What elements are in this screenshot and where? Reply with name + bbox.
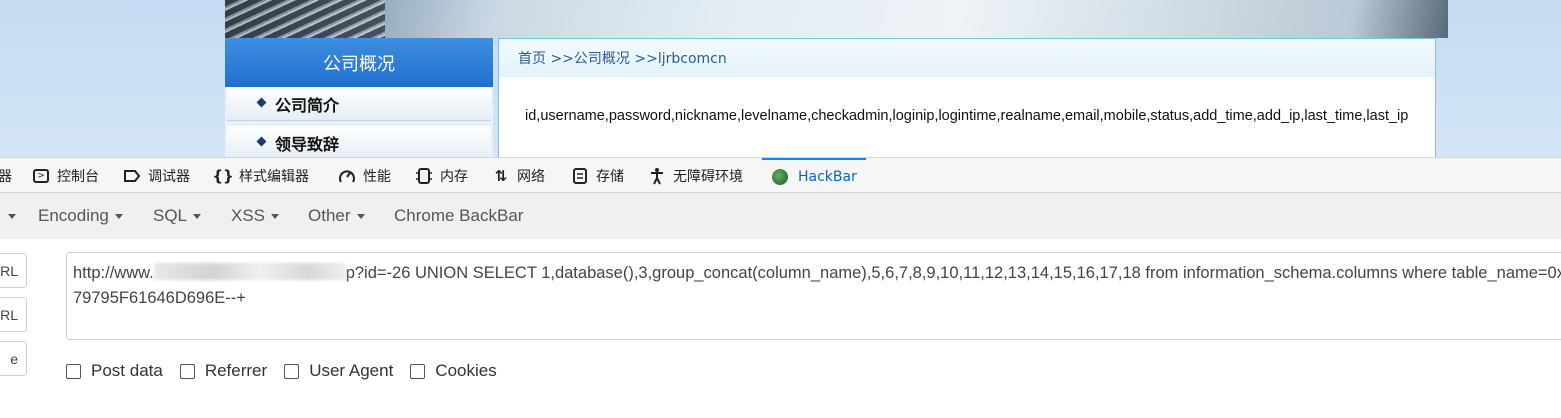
post-data-checkbox[interactable]: Post data [66,361,163,381]
caret-down-icon [356,213,365,219]
user-agent-checkbox[interactable]: User Agent [284,361,393,381]
tab-label: 调试器 [148,168,190,185]
cookies-checkbox[interactable]: Cookies [410,361,497,381]
hackbar-panel: RL RL e http://www. p?id=-26 UNION SELECT… [0,239,1561,418]
load-url-button[interactable]: RL [0,253,27,288]
checkbox-box[interactable] [410,363,426,379]
tab-label: 性能 [363,168,391,185]
menu-label: Other [308,206,351,225]
checkbox-label: Post data [91,361,163,380]
sidebar-item-leader-speech[interactable]: 领导致辞 [227,126,491,160]
braces-icon: {} [212,166,234,185]
caret-down-icon [271,213,280,219]
website-area: 公司概况 公司简介 领导致辞 首页 >>公司概况 >>ljrbcomcn id,… [0,0,1561,160]
tab-label: 网络 [517,168,545,185]
tab-inspector[interactable]: 器 [0,158,12,193]
checkbox-box[interactable] [66,363,81,379]
tab-style-editor[interactable]: {} 样式编辑器 [212,158,309,193]
network-arrows-icon: ⇅ [494,166,508,185]
sidebar-item-label: 公司简介 [275,95,340,115]
tab-label: 器 [0,168,12,185]
site-content: 首页 >>公司概况 >>ljrbcomcn id,username,passwo… [498,38,1436,157]
tab-storage[interactable]: 存储 [570,158,624,193]
console-icon: > [31,166,51,186]
tab-label: 内存 [440,168,468,185]
tab-performance[interactable]: 性能 [337,158,391,193]
hackbar-logo-icon [772,168,788,185]
menu-label: SQL [153,206,188,225]
checkbox-label: Cookies [435,361,497,380]
hackbar-menu-bar: Encoding SQL XSS Other Chrome BackBar [0,193,1561,239]
tab-label: 存储 [596,168,624,185]
tab-label: 无障碍环境 [673,168,743,185]
referrer-checkbox[interactable]: Referrer [179,361,268,381]
menu-collapsed-dropdown[interactable] [2,193,16,239]
tab-console[interactable]: > 控制台 [31,158,99,193]
menu-xss[interactable]: XSS [231,193,280,239]
request-options: Post data Referrer User Agent Cookies [66,361,514,381]
checkbox-label: User Agent [309,361,394,380]
url-prefix-text: http://www. [73,264,154,282]
tab-hackbar[interactable]: HackBar [762,158,866,193]
storage-icon [570,166,590,186]
menu-sql[interactable]: SQL [153,193,202,239]
debugger-icon [122,166,142,186]
caret-down-icon [193,213,202,219]
site-sidebar: 公司概况 公司简介 领导致辞 [225,38,493,160]
accessibility-icon [647,166,667,186]
devtools-tab-bar: 器 > 控制台 调试器 {} 样式编辑器 性能 内存 ⇅ 网络 存储 无障碍环境… [0,157,1561,193]
diamond-bullet-icon [256,97,267,108]
execute-button[interactable]: e [0,341,27,376]
checkbox-box[interactable] [284,363,300,379]
tab-network[interactable]: ⇅ 网络 [491,158,545,193]
url-input[interactable]: http://www. p?id=-26 UNION SELECT 1,datab… [66,252,1561,340]
checkbox-label: Referrer [204,361,268,380]
menu-label: XSS [231,206,266,225]
memory-chip-icon [414,166,434,186]
query-result-text: id,username,password,nickname,levelname,… [525,108,1409,124]
breadcrumb[interactable]: 首页 >>公司概况 >>ljrbcomcn [499,39,1435,77]
diamond-bullet-icon [256,136,267,147]
menu-chrome-backbar[interactable]: Chrome BackBar [394,193,523,239]
tab-label: 样式编辑器 [239,168,309,185]
sidebar-item-label: 领导致辞 [275,134,340,154]
menu-label: Chrome BackBar [394,206,524,225]
tab-debugger[interactable]: 调试器 [122,158,190,193]
tab-accessibility[interactable]: 无障碍环境 [647,158,743,193]
split-url-button[interactable]: RL [0,297,27,332]
tab-label: HackBar [798,168,857,185]
gauge-icon [337,166,357,186]
caret-down-icon [114,213,123,219]
tab-label: 控制台 [57,168,99,185]
tab-memory[interactable]: 内存 [414,158,468,193]
sidebar-title: 公司概况 [225,38,493,87]
redacted-domain [153,263,346,280]
banner-road-graphic [225,0,385,38]
checkbox-box[interactable] [179,363,195,379]
caret-down-icon [8,213,16,219]
sidebar-item-company-intro[interactable]: 公司简介 [227,87,491,121]
site-banner-image [225,0,1448,38]
menu-encoding[interactable]: Encoding [38,193,123,239]
menu-label: Encoding [38,206,109,225]
menu-other[interactable]: Other [308,193,365,239]
